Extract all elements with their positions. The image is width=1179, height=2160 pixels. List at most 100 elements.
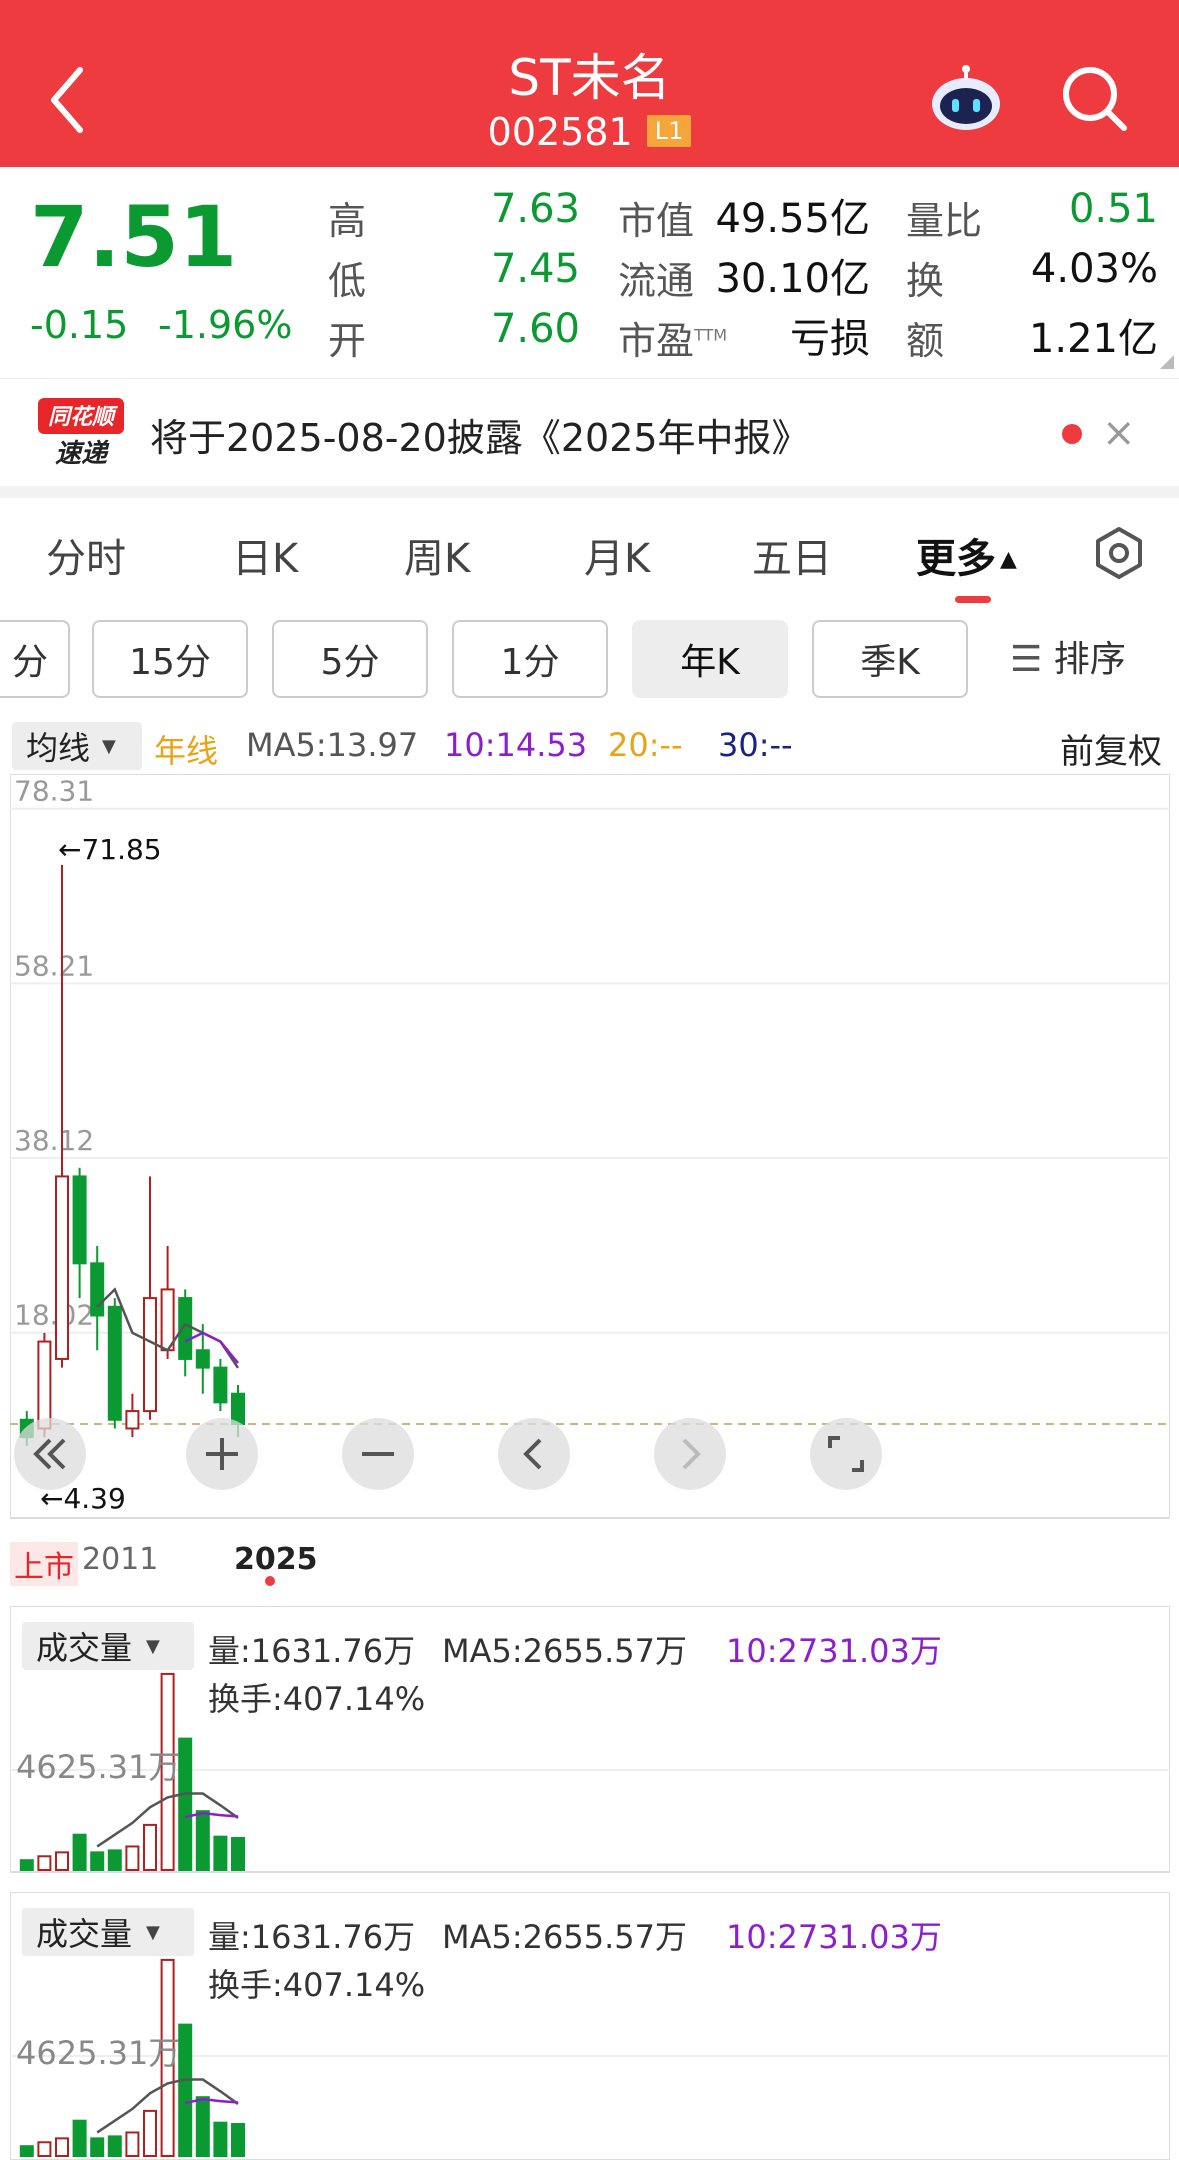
ma-dropdown-label: 均线 [26,729,91,767]
sort-button[interactable]: ☰ 排序 [1010,630,1126,682]
low-value: 7.45 [490,246,580,292]
news-text[interactable]: 将于2025-08-20披露《2025年中报》 [150,407,810,462]
fullscreen-icon [828,1436,864,1472]
period-chip-1min[interactable]: 1分 [452,620,608,698]
volume-bar [55,2137,69,2157]
volume-bar [55,1851,69,1871]
chart-frame [10,774,1170,1519]
section-divider [0,486,1179,498]
y-tick-label: 58.21 [14,949,94,982]
volume-chart[interactable] [10,1606,1170,1874]
volume-ratio-value: 0.51 [1068,186,1158,232]
menu-icon: ☰ [1010,639,1043,680]
high-marker-label: ←71.85 [58,833,162,866]
candle-body [160,1288,175,1352]
tab-weekly-k[interactable]: 周K [404,526,470,584]
minus-icon [362,1452,394,1456]
fullscreen-button[interactable] [810,1418,882,1490]
volume-bar [231,1837,245,1871]
news-logo: 同花顺 速递 [36,396,126,469]
open-value: 7.60 [490,306,580,352]
x-label-2011: 2011 [82,1542,159,1577]
tab-daily-k[interactable]: 日K [232,526,298,584]
candle-body [55,1175,69,1360]
ma5-legend: MA5:13.97 [246,726,419,764]
search-icon [1063,67,1127,131]
float-cap-label: 流通 [618,259,695,303]
x-label-listing: 上市 [10,1542,78,1586]
period-chip-15min[interactable]: 15分 [92,620,248,698]
y-tick-label: 38.12 [14,1124,94,1157]
sort-label: 排序 [1053,639,1126,680]
volume-bar [72,2119,87,2158]
double-chevron-left-icon [33,1438,66,1470]
price-change-percent: -1.96% [158,303,293,347]
price-adjust-button[interactable]: 前复权 [1060,724,1162,773]
candle-body [72,1175,87,1265]
scroll-left-button[interactable] [498,1418,570,1490]
price-change: -0.15 [30,303,129,347]
caret-down-icon: ▼ [102,735,116,757]
high-value: 7.63 [490,186,580,232]
chevron-right-icon [682,1438,701,1470]
volume-bar [107,2135,122,2157]
candle-body [143,1297,157,1413]
expand-corner-icon[interactable] [1160,355,1174,369]
tab-monthly-k[interactable]: 月K [584,526,650,584]
tab-more[interactable]: 更多 ▲ [916,526,1017,584]
current-year-dot [265,1576,275,1586]
ma10-legend: 10:14.53 [444,726,588,764]
amount-label: 额 [906,319,945,363]
y-tick-label: 18.02 [14,1299,94,1332]
candle-body [125,1410,140,1430]
ma20-legend: 20:-- [608,726,683,764]
tab-five-day[interactable]: 五日 [752,526,832,584]
year-line-label: 年线 [154,732,219,770]
zoom-out-button[interactable] [342,1418,414,1490]
volume-bar [143,2109,157,2157]
ai-assistant-button[interactable] [928,64,1004,134]
zoom-in-button[interactable] [186,1418,258,1490]
volume-tick-label: 4625.31万 [16,1748,181,1786]
scroll-to-start-button[interactable] [14,1418,86,1490]
volume-ratio-label: 量比 [906,199,983,243]
y-tick-label: 78.31 [14,775,94,808]
volume-bar [125,2131,140,2157]
period-chip-5min[interactable]: 5分 [272,620,428,698]
volume-bar [143,1823,157,1871]
search-button[interactable] [1060,64,1130,134]
low-label: 低 [328,259,367,303]
level-badge: L1 [646,115,692,147]
active-tab-indicator [955,596,991,603]
volume-chart[interactable] [10,1892,1170,2160]
chevron-left-icon [523,1438,542,1470]
pe-value: 亏损 [790,316,870,362]
period-chip-quarterly-k[interactable]: 季K [812,620,968,698]
volume-bar [90,2137,105,2157]
open-label: 开 [328,319,367,363]
candle-body [37,1340,52,1430]
volume-bar [19,1859,34,1871]
unread-dot [1062,424,1082,444]
volume-bar [19,2145,34,2157]
candle-body [213,1366,228,1404]
tab-intraday[interactable]: 分时 [46,526,126,584]
x-label-2025: 2025 [234,1542,318,1577]
ma-dropdown[interactable]: 均线 ▼ [12,722,142,770]
high-label: 高 [328,199,367,243]
pe-label-text: 市盈 [618,319,695,363]
volume-bar [37,2141,52,2157]
volume-bar [213,2121,228,2158]
volume-bar [107,1849,122,1871]
candlestick-chart[interactable]: 78.3158.2138.1218.02 ←71.85 ←4.39 [10,774,1170,1522]
period-chip-min[interactable]: 分 [0,620,70,698]
news-close-button[interactable]: × [1102,410,1136,456]
volume-bar [178,2023,193,2157]
scroll-right-button[interactable] [654,1418,726,1490]
chart-settings-button[interactable] [1092,526,1146,580]
volume-bar [195,1810,210,1871]
volume-bar [213,1835,228,1872]
tab-more-label: 更多 [916,536,996,582]
period-chip-yearly-k[interactable]: 年K [632,620,788,698]
caret-up-icon: ▲ [1000,547,1017,572]
